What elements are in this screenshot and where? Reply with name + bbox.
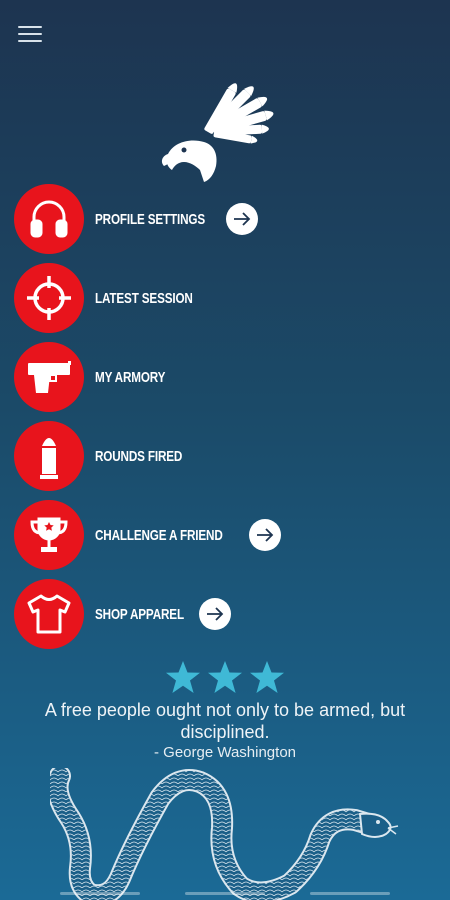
bullet-icon xyxy=(14,421,84,491)
menu-label: SHOP APPAREL xyxy=(95,605,184,623)
menu-label: ROUNDS FIRED xyxy=(95,447,183,465)
menu-item-shop-apparel[interactable]: SHOP APPAREL xyxy=(14,579,434,649)
snake-illustration xyxy=(50,768,399,900)
crosshair-icon xyxy=(14,263,84,333)
menu-item-profile-settings[interactable]: PROFILE SETTINGS xyxy=(14,184,434,254)
headphones-icon xyxy=(14,184,84,254)
star-icon xyxy=(250,661,284,693)
quote-text: A free people ought not only to be armed… xyxy=(44,700,406,742)
star-icon xyxy=(208,661,242,693)
menu-item-my-armory[interactable]: MY ARMORY xyxy=(14,342,434,412)
arrow-right-icon[interactable] xyxy=(248,519,281,551)
menu-item-rounds-fired[interactable]: ROUNDS FIRED xyxy=(14,421,434,491)
tshirt-icon xyxy=(14,579,84,649)
eagle-bullet-wing-logo xyxy=(161,83,274,182)
pistol-icon xyxy=(14,342,84,412)
quote-author: - George Washington xyxy=(153,744,297,761)
main-menu: PROFILE SETTINGS LATEST SESSION MY ARMOR… xyxy=(14,184,434,658)
trophy-icon xyxy=(14,500,84,570)
menu-label: LATEST SESSION xyxy=(95,289,193,307)
menu-label: PROFILE SETTINGS xyxy=(95,210,205,228)
arrow-right-icon[interactable] xyxy=(199,598,232,630)
page-indicator xyxy=(0,892,450,896)
rating-stars xyxy=(0,660,450,694)
star-icon xyxy=(166,661,200,693)
menu-label: CHALLENGE A FRIEND xyxy=(95,526,223,544)
menu-item-latest-session[interactable]: LATEST SESSION xyxy=(14,263,434,333)
arrow-right-icon[interactable] xyxy=(225,203,258,235)
menu-item-challenge-a-friend[interactable]: CHALLENGE A FRIEND xyxy=(14,500,434,570)
hamburger-menu-icon[interactable] xyxy=(18,24,42,44)
menu-label: MY ARMORY xyxy=(95,368,166,386)
